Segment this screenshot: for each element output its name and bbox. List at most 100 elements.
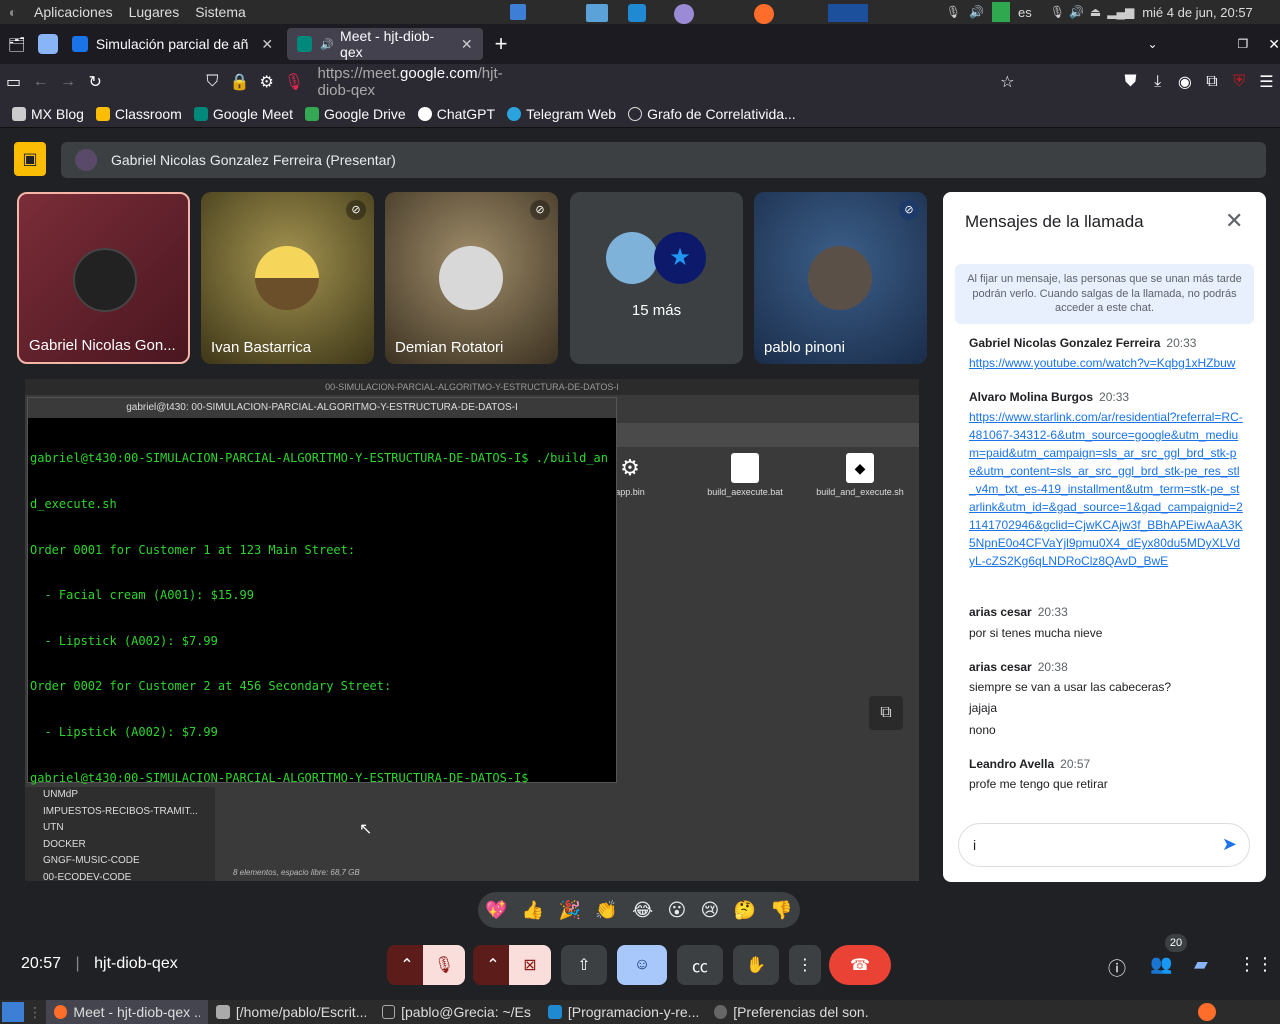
microphone-toggle-button[interactable]: 🎙 (423, 945, 465, 985)
sidebar-item[interactable]: UTN (25, 820, 215, 837)
audio-playing-icon[interactable]: 🔊 (320, 38, 334, 51)
taskbar-item[interactable]: Meet - hjt-diob-qex ... (46, 1000, 208, 1024)
reload-button[interactable]: ↻ (82, 72, 109, 92)
audio-options-button[interactable]: ⌃ (387, 945, 427, 985)
back-button[interactable]: ← (27, 73, 54, 91)
message-link[interactable]: https://www.youtube.com/watch?v=Kqbg1xHZ… (969, 354, 1243, 372)
chat-message-input[interactable]: i ➤ (958, 823, 1250, 867)
restore-window-icon[interactable]: ❐ (1238, 37, 1249, 51)
terminal-window[interactable]: gabriel@t430: 00-SIMULACION-PARCIAL-ALGO… (27, 397, 617, 785)
microphone-tray-icon[interactable]: 🎙 (946, 5, 961, 19)
microphone-tray-icon-2[interactable]: 🎙 (1050, 5, 1065, 19)
app-launcher-icon[interactable] (673, 4, 694, 24)
raise-hand-button[interactable]: ✋ (733, 945, 779, 985)
ublock-icon[interactable]: ⛨ (1226, 73, 1253, 91)
pinned-tab[interactable] (37, 34, 58, 54)
accessibility-tray-icon[interactable] (991, 2, 1010, 22)
workspace-monitor-icon[interactable] (827, 4, 868, 22)
taskbar-item[interactable]: [/home/pablo/Escrit... (208, 1000, 374, 1024)
bookmark-google-meet[interactable]: Google Meet (193, 106, 293, 122)
tab-simulacion[interactable]: Simulación parcial de añ ✕ (62, 28, 283, 60)
picture-in-picture-icon[interactable]: ⧉ (869, 696, 903, 730)
bookmark-telegram-web[interactable]: Telegram Web (507, 106, 616, 122)
participant-tile-more[interactable]: ★ 15 más (570, 192, 743, 364)
forward-button[interactable]: → (54, 73, 81, 91)
reaction-party[interactable]: 🎉 (559, 900, 581, 921)
sidebar-item[interactable]: IMPUESTOS-RECIBOS-TRAMIT... (25, 804, 215, 821)
send-icon[interactable]: ➤ (1222, 834, 1237, 855)
menu-applications[interactable]: Aplicaciones (26, 4, 121, 20)
sidebar-item[interactable]: GNGF-MUSIC-CODE (25, 853, 215, 870)
sidebar-item[interactable]: DOCKER (25, 837, 215, 854)
system-clock[interactable]: mié 4 de jun, 20:57 (1142, 5, 1253, 20)
vscode-launcher-icon[interactable] (627, 4, 646, 22)
reaction-sad[interactable]: 😢 (701, 900, 720, 921)
file-item[interactable]: build_aexecute.bat (700, 453, 790, 497)
reaction-clap[interactable]: 👏 (595, 900, 617, 921)
reaction-thumbs-down[interactable]: 👎 (770, 900, 792, 921)
tab-meet[interactable]: 🔊 Meet - hjt-diob-qex ✕ (287, 28, 483, 60)
system-logo-icon[interactable]: ◐ (0, 4, 26, 20)
close-tab-icon[interactable]: ✕ (251, 36, 273, 53)
camera-toggle-button[interactable]: ⊠ (509, 945, 551, 985)
app-menu-icon[interactable]: ☰ (1253, 72, 1280, 92)
leave-call-button[interactable]: ☎ (829, 945, 891, 985)
list-all-tabs-icon[interactable]: ⌄ (1147, 37, 1157, 51)
file-item[interactable]: ◆ build_and_execute.sh (815, 453, 905, 497)
bookmark-star-icon[interactable]: ☆ (994, 72, 1021, 92)
firefox-launcher-icon[interactable] (753, 4, 774, 24)
volume-tray-icon[interactable]: 🔊 (969, 5, 984, 19)
chat-icon[interactable]: ▰ (1194, 954, 1208, 975)
meeting-details-icon[interactable]: ⓘ (1108, 955, 1126, 981)
firefox-tray-icon[interactable] (1198, 1003, 1216, 1021)
reactions-button[interactable]: ☺ (617, 945, 667, 985)
participant-tile[interactable]: Gabriel Nicolas Gon... (17, 192, 190, 364)
extensions-icon[interactable]: ⧉ (1198, 73, 1225, 91)
network-signal-icon[interactable]: ▂▄▆ (1107, 5, 1134, 19)
present-screen-button[interactable]: ⇧ (561, 945, 607, 985)
reaction-laugh[interactable]: 😂 (632, 900, 653, 921)
activities-icon[interactable]: ⋮⋮ (1238, 954, 1274, 975)
menu-system[interactable]: Sistema (187, 4, 254, 20)
close-tab-icon[interactable]: ✕ (451, 36, 473, 53)
reaction-thumbs-up[interactable]: 👍 (522, 900, 544, 921)
keyboard-layout[interactable]: es (1018, 5, 1032, 20)
stop-presenting-icon[interactable]: ▣ (14, 142, 46, 176)
close-icon[interactable]: ✕ (1225, 208, 1243, 234)
sidebar-item[interactable]: 00-ECODEV-CODE (25, 870, 215, 882)
menu-places[interactable]: Lugares (121, 4, 188, 20)
reaction-heart[interactable]: 💖 (485, 900, 507, 921)
url-bar[interactable]: https://meet.google.com/hjt-diob-qex (318, 65, 524, 99)
account-icon[interactable]: ◉ (1171, 72, 1198, 92)
captions-button[interactable]: ㏄ (677, 945, 723, 985)
taskbar-item[interactable]: [Programacion-y-re... (540, 1000, 706, 1024)
sidebar-toggle-icon[interactable]: ▭ (0, 72, 27, 92)
more-options-button[interactable]: ⋮ (789, 945, 821, 985)
eject-icon[interactable]: ⏏ (1090, 5, 1101, 19)
terminal-launcher-icon[interactable] (585, 4, 608, 22)
participant-tile[interactable]: ⊘ Ivan Bastarrica (201, 192, 374, 364)
taskbar-item[interactable]: [pablo@Grecia: ~/Es... (374, 1000, 540, 1024)
close-window-icon[interactable]: ✕ (1268, 36, 1280, 53)
reaction-surprised[interactable]: 😮 (667, 900, 686, 921)
tracking-shield-icon[interactable]: ⛉ (199, 73, 226, 91)
downloads-icon[interactable]: ⤓ (1144, 73, 1171, 91)
bookmark-classroom[interactable]: Classroom (95, 106, 182, 122)
microphone-active-icon[interactable]: 🎙 (280, 72, 307, 92)
participant-tile[interactable]: ⊘ pablo pinoni (754, 192, 927, 364)
permissions-icon[interactable]: ⚙ (253, 72, 280, 92)
bookmark-google-drive[interactable]: Google Drive (305, 106, 406, 122)
new-tab-button[interactable]: + (495, 31, 508, 57)
firefox-view-icon[interactable]: 🗂 (0, 36, 34, 53)
pocket-icon[interactable]: ⛊ (1117, 73, 1144, 91)
sidebar-item[interactable]: UNMdP (25, 787, 215, 804)
bookmark-grafo[interactable]: Grafo de Correlativida... (628, 106, 796, 122)
lock-icon[interactable]: 🔒 (226, 72, 253, 92)
bookmark-chatgpt[interactable]: ChatGPT (417, 106, 495, 122)
show-desktop-icon[interactable] (2, 1002, 24, 1022)
reaction-thinking[interactable]: 🤔 (734, 900, 756, 921)
people-icon[interactable]: 👥 (1150, 954, 1172, 975)
video-options-button[interactable]: ⌃ (473, 945, 513, 985)
home-launcher-icon[interactable] (509, 4, 528, 20)
participant-tile[interactable]: ⊘ Demian Rotatori (385, 192, 558, 364)
